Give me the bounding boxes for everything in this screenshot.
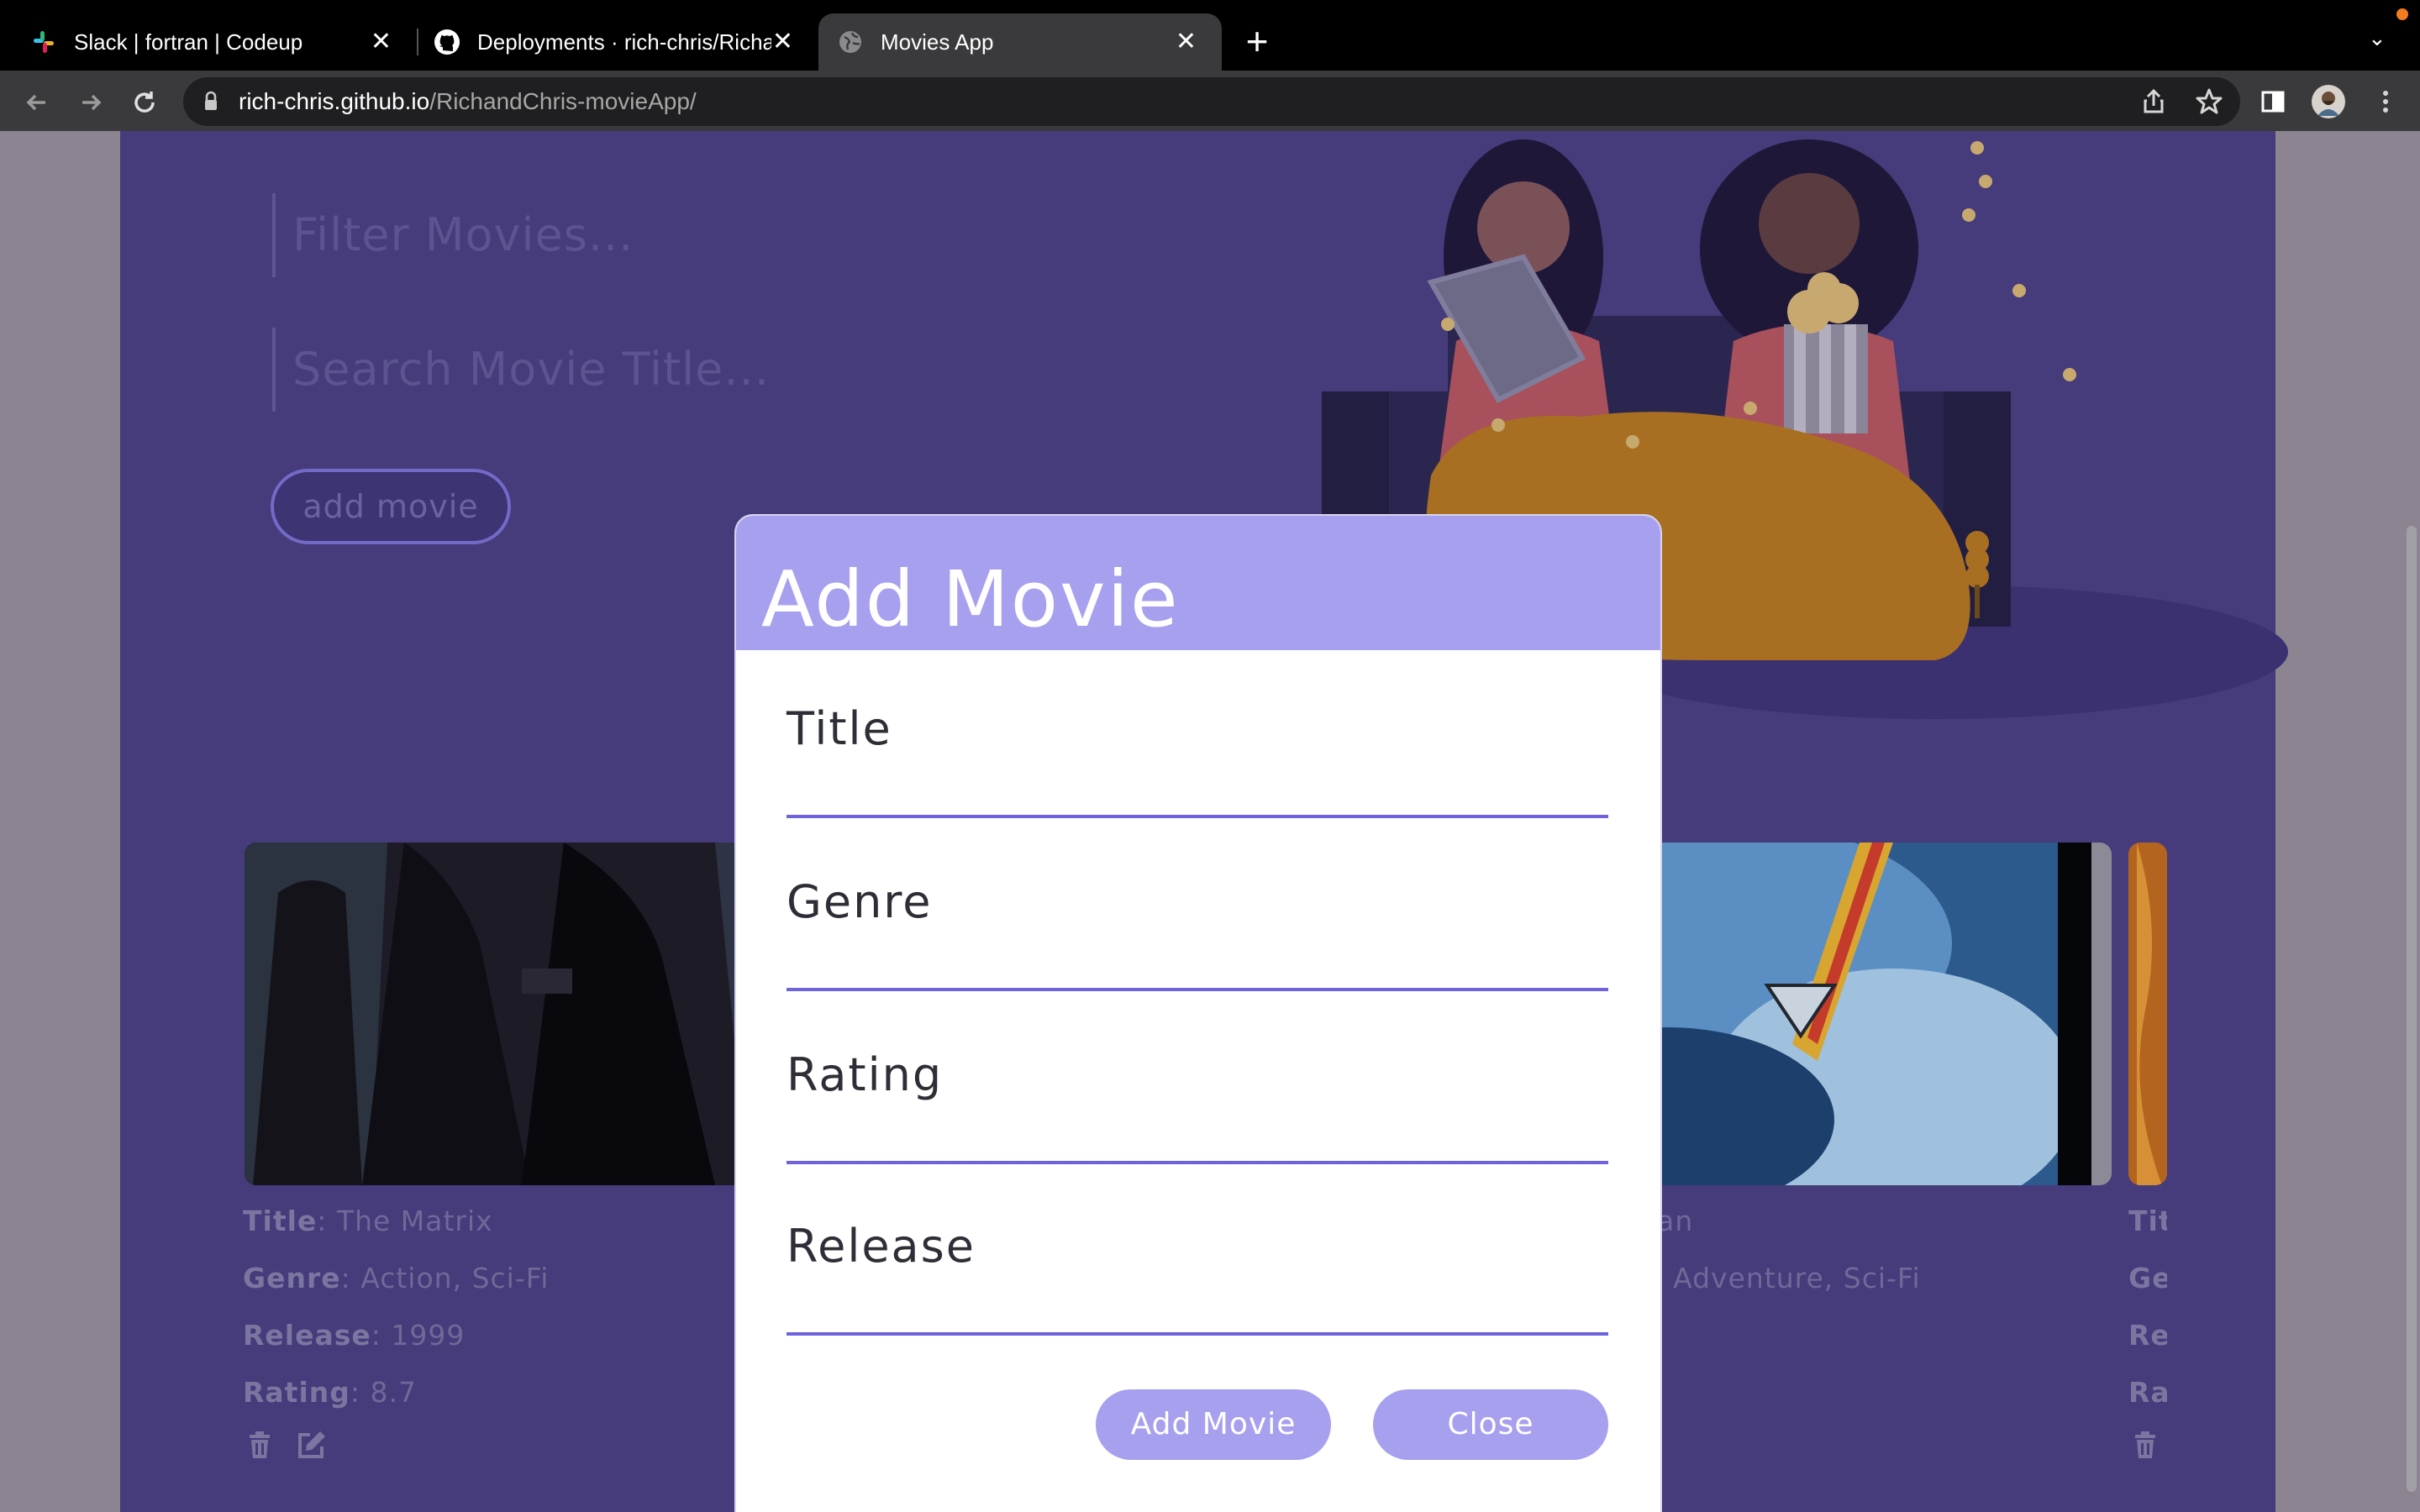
- close-modal-button[interactable]: Close: [1373, 1389, 1608, 1460]
- rating-label: Ra: [2128, 1376, 2167, 1409]
- search-movie-title-input[interactable]: Search Movie Title...: [292, 343, 770, 396]
- movie-title-text: Title: The Matrix: [243, 1205, 493, 1237]
- scrollbar-thumb[interactable]: [2407, 526, 2417, 1492]
- title-label: Title: [243, 1205, 318, 1237]
- partial-rating-label: Ra: [2128, 1376, 2167, 1409]
- add-movie-button[interactable]: add movie: [271, 469, 511, 544]
- forward-arrow-icon[interactable]: [74, 86, 108, 119]
- partial-release-label: Re: [2128, 1319, 2167, 1352]
- side-panel-icon[interactable]: [2255, 84, 2291, 119]
- title-label: Tit: [2128, 1205, 2167, 1237]
- submit-add-movie-button[interactable]: Add Movie: [1096, 1389, 1331, 1460]
- add-movie-modal: Add Movie Title Genre Rating Release Add…: [736, 516, 1660, 1512]
- tab-movies-app[interactable]: Movies App ✕: [818, 13, 1222, 71]
- title-field-label: Title: [786, 702, 892, 755]
- movie-release-text: Release: 1999: [243, 1319, 466, 1352]
- release-field-label: Release: [786, 1220, 976, 1273]
- rating-field-label: Rating: [786, 1048, 944, 1101]
- movie-poster-partial: [2128, 843, 2167, 1185]
- menu-kebab-icon[interactable]: [2368, 84, 2403, 119]
- filter-movies-input[interactable]: Filter Movies...: [292, 208, 634, 261]
- trash-icon[interactable]: [243, 1428, 276, 1462]
- browser-tab-bar: Slack | fortran | Codeup ✕ Deployments ·…: [0, 0, 2420, 71]
- tab-title: Movies App: [881, 29, 994, 55]
- tab-divider: [417, 29, 418, 55]
- release-input[interactable]: [786, 1285, 1608, 1336]
- edit-icon[interactable]: [295, 1428, 329, 1462]
- partial-title-label: Tit: [2128, 1205, 2167, 1237]
- github-icon: [434, 29, 460, 55]
- back-arrow-icon[interactable]: [20, 86, 54, 119]
- search-input-border: [272, 328, 276, 412]
- tab-github[interactable]: Deployments · rich-chris/RichandChris-mo…: [420, 13, 818, 71]
- rating-label: Rating: [243, 1376, 350, 1409]
- url-text[interactable]: rich-chris.github.io/RichandChris-movieA…: [239, 84, 697, 119]
- movie-rating-value: 8.7: [370, 1376, 417, 1409]
- movie-title-value: The Matrix: [336, 1205, 493, 1237]
- rating-input[interactable]: [786, 1114, 1608, 1164]
- close-tab-icon[interactable]: ✕: [772, 29, 793, 55]
- movie-genre-value: Action, Sci-Fi: [360, 1262, 550, 1294]
- share-icon[interactable]: [2136, 84, 2171, 119]
- bookmark-star-icon[interactable]: [2191, 84, 2227, 119]
- title-input[interactable]: [786, 768, 1608, 818]
- slack-icon: [30, 29, 57, 55]
- tab-search-chevron-down-icon[interactable]: ⌄: [2368, 25, 2386, 51]
- movie-release-value: 1999: [391, 1319, 466, 1352]
- tab-title: Deployments · rich-chris/RichandChris-mo…: [477, 29, 771, 55]
- url-path: /RichandChris-movieApp/: [429, 88, 697, 114]
- close-tab-icon[interactable]: ✕: [1176, 29, 1197, 55]
- tab-slack[interactable]: Slack | fortran | Codeup ✕: [0, 13, 417, 71]
- profile-avatar[interactable]: [2311, 84, 2346, 119]
- movie-rating-text: Rating: 8.7: [243, 1376, 417, 1409]
- notification-dot: [2396, 8, 2408, 20]
- globe-icon: [837, 29, 864, 55]
- modal-header: Add Movie: [736, 516, 1660, 650]
- reload-icon[interactable]: [128, 86, 161, 119]
- genre-label: Genre: [243, 1262, 341, 1294]
- genre-input[interactable]: [786, 941, 1608, 991]
- new-tab-plus-icon[interactable]: +: [1239, 22, 1276, 62]
- partial-genre-label: Ge: [2128, 1262, 2167, 1294]
- url-host: rich-chris.github.io: [239, 88, 430, 114]
- movie-genre-text: Genre: Action, Sci-Fi: [243, 1262, 550, 1294]
- tab-title: Slack | fortran | Codeup: [74, 29, 303, 55]
- trash-icon[interactable]: [2128, 1428, 2162, 1462]
- close-tab-icon[interactable]: ✕: [371, 29, 392, 55]
- release-label: Release: [243, 1319, 371, 1352]
- release-label: Re: [2128, 1319, 2167, 1352]
- movie-genre-text-partial: on, Adventure, Sci-Fi: [1618, 1262, 1921, 1294]
- filter-input-border: [272, 193, 276, 277]
- genre-label: Ge: [2128, 1262, 2167, 1294]
- genre-field-label: Genre: [786, 875, 933, 928]
- lock-icon[interactable]: [197, 84, 225, 119]
- modal-title: Add Movie: [761, 554, 1180, 644]
